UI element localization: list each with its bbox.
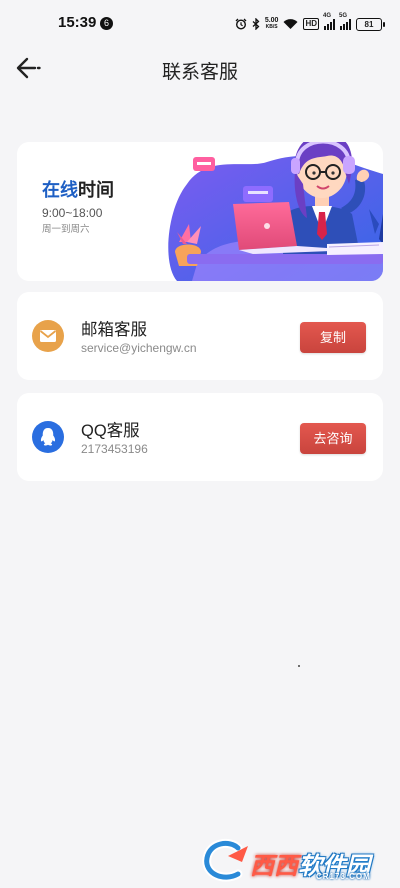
hours-title: 在线时间 <box>42 176 114 202</box>
qq-contact-card: QQ客服 2173453196 去咨询 <box>17 393 383 481</box>
hours-title-highlight: 在线 <box>42 180 78 200</box>
watermark-sub: CR173.COM <box>316 872 371 881</box>
signal-1-gen: 4G <box>323 12 332 19</box>
customer-service-illustration <box>168 142 383 281</box>
signal-2-gen: 5G <box>339 12 348 19</box>
watermark-logo: 西西软件园 CR173.COM <box>198 838 394 884</box>
network-speed-value: 5.00 <box>264 17 279 24</box>
battery-icon: 81 <box>356 17 385 31</box>
page-title: 联系客服 <box>161 62 238 83</box>
hours-title-rest: 时间 <box>78 180 114 200</box>
status-bar: 15:39 6 5.00 KB/S HD 4G 5G 81 <box>0 0 400 50</box>
email-address: service@yichengw.cn <box>81 341 197 355</box>
stray-dot <box>298 665 300 667</box>
signal-1-icon: 4G <box>323 13 335 30</box>
signal-2-icon: 5G <box>339 13 351 30</box>
network-speed-unit: KB/S <box>265 24 278 30</box>
network-speed: 5.00 KB/S <box>265 17 279 31</box>
qq-title: QQ客服 <box>81 422 140 440</box>
mail-icon <box>32 320 64 352</box>
service-hours-banner: 在线时间 9:00~18:00 周一到周六 <box>17 142 383 281</box>
email-title: 邮箱客服 <box>81 321 147 339</box>
alarm-icon <box>235 18 247 30</box>
email-contact-card: 邮箱客服 service@yichengw.cn 复制 <box>17 292 383 380</box>
header: 联系客服 <box>0 50 400 86</box>
hours-days: 周一到周六 <box>42 224 90 235</box>
copy-button[interactable]: 复制 <box>300 322 366 353</box>
consult-button[interactable]: 去咨询 <box>300 423 366 454</box>
watermark-text-a: 西西 <box>250 853 298 880</box>
hours-time: 9:00~18:00 <box>42 206 103 220</box>
status-time: 15:39 <box>58 14 97 31</box>
notification-badge: 6 <box>100 17 113 30</box>
watermark-c-icon <box>202 838 248 882</box>
mail-envelope-glyph <box>39 330 57 342</box>
bluetooth-icon <box>252 18 260 30</box>
status-icons: 5.00 KB/S HD 4G 5G 81 <box>235 13 385 33</box>
wifi-icon <box>283 19 298 29</box>
hd-badge: HD <box>303 18 319 30</box>
qq-icon <box>32 421 64 453</box>
qq-penguin-glyph <box>40 428 56 446</box>
qq-number: 2173453196 <box>81 442 148 456</box>
